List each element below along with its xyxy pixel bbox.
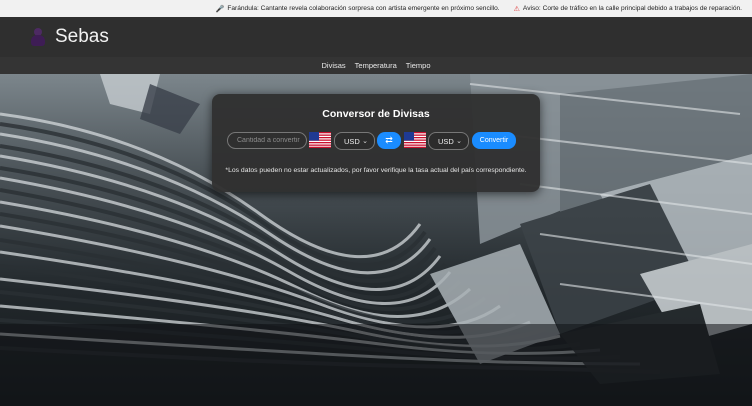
site-header: Sebas [0, 17, 752, 57]
ticker-item[interactable]: 🎤 Farándula: Cantante revela colaboració… [216, 5, 500, 13]
from-currency-value: USD [344, 136, 360, 146]
chevron-down-icon: ⌄ [362, 138, 368, 145]
from-currency-select[interactable]: USD ⌄ [334, 132, 375, 150]
brand-name[interactable]: Sebas [55, 26, 109, 48]
ticker-text: Aviso: Corte de tráfico en la calle prin… [522, 5, 742, 12]
swap-icon: ⇄ [385, 135, 393, 145]
us-flag-icon [404, 132, 426, 148]
ticker-text: Farándula: Cantante revela colaboración … [227, 5, 500, 12]
currency-converter-card: Conversor de Divisas USD ⌄ ⇄ USD ⌄ Conve… [212, 94, 540, 192]
news-ticker: 🎤 Farándula: Cantante revela colaboració… [0, 0, 752, 17]
swap-currencies-button[interactable]: ⇄ [377, 132, 401, 149]
to-currency-select[interactable]: USD ⌄ [428, 132, 469, 150]
convert-button[interactable]: Convertir [472, 132, 516, 149]
user-silhouette-icon[interactable] [30, 28, 46, 46]
nav-item-temperatura[interactable]: Temperatura [355, 61, 397, 70]
microphone-icon: 🎤 [215, 5, 225, 13]
disclaimer-note: *Los datos pueden no estar actualizados,… [225, 167, 527, 174]
alert-icon: ⚠ [513, 5, 520, 13]
converter-title: Conversor de Divisas [322, 108, 430, 120]
ticker-item[interactable]: ⚠ Aviso: Corte de tráfico en la calle pr… [514, 5, 742, 13]
main-nav: Divisas Temperatura Tiempo [0, 57, 752, 74]
amount-input[interactable] [227, 132, 307, 149]
us-flag-icon [309, 132, 331, 148]
to-currency-value: USD [438, 136, 454, 146]
chevron-down-icon: ⌄ [456, 138, 462, 145]
nav-item-tiempo[interactable]: Tiempo [406, 61, 431, 70]
nav-item-divisas[interactable]: Divisas [321, 61, 345, 70]
